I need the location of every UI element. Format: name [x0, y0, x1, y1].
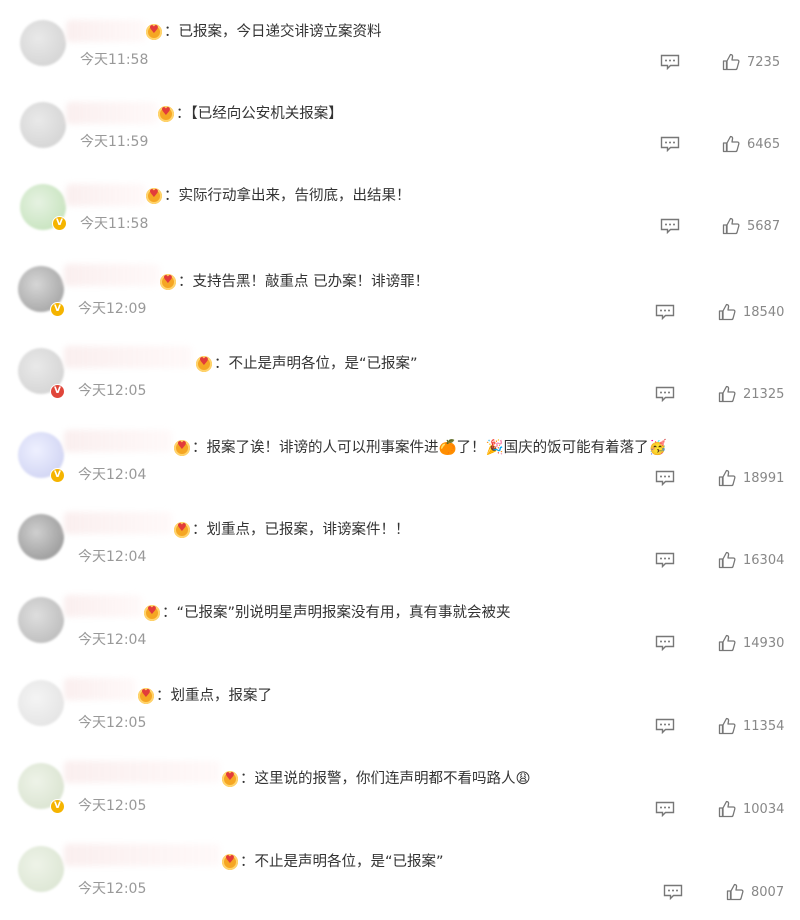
thumbs-up-icon[interactable]	[718, 800, 736, 818]
comment-icon[interactable]	[660, 136, 680, 152]
comment-item: V ：这里说的报警，你们连声明都不看吗路人😩 今天12:05 10034	[0, 755, 800, 837]
verified-badge-icon: V	[52, 216, 67, 231]
comment-text: ：不止是声明各位，是“已报案”	[214, 356, 418, 372]
fan-badge-icon	[144, 604, 160, 621]
username-blurred[interactable]	[66, 184, 146, 206]
comment-text: ：支持告黑！敲重点 已办案！诽谤罪！	[178, 274, 430, 290]
thumbs-up-icon[interactable]	[718, 469, 736, 487]
comment-time: 今天11:58	[80, 216, 149, 232]
username-blurred[interactable]	[64, 346, 192, 368]
like-count: 18540	[743, 305, 785, 320]
like-count: 10034	[743, 802, 785, 817]
like-count: 5687	[747, 219, 781, 234]
comment-time: 今天12:04	[78, 632, 147, 648]
username-blurred[interactable]	[64, 844, 220, 866]
avatar[interactable]	[18, 680, 64, 726]
comment-icon[interactable]	[655, 635, 675, 651]
avatar[interactable]	[18, 514, 64, 560]
comment-item: ：已报案，今日递交诽谤立案资料 今天11:58 7235	[0, 8, 800, 90]
avatar[interactable]	[20, 20, 66, 66]
thumbs-up-icon[interactable]	[722, 217, 740, 235]
like-count: 7235	[747, 55, 781, 70]
comment-item: ：划重点，报案了 今天12:05 11354	[0, 672, 800, 754]
thumbs-up-icon[interactable]	[718, 717, 736, 735]
comment-icon[interactable]	[655, 386, 675, 402]
username-blurred[interactable]	[66, 20, 146, 42]
comment-text: ：不止是声明各位，是“已报案”	[240, 854, 444, 870]
comment-text: ：【已经向公安机关报案】	[176, 106, 343, 122]
like-count: 11354	[743, 719, 785, 734]
comment-icon[interactable]	[663, 884, 683, 900]
username-blurred[interactable]	[64, 264, 160, 286]
comment-icon[interactable]	[655, 552, 675, 568]
comment-icon[interactable]	[655, 718, 675, 734]
thumbs-up-icon[interactable]	[718, 551, 736, 569]
fan-badge-icon	[138, 687, 154, 704]
username-blurred[interactable]	[64, 430, 172, 452]
like-count: 8007	[751, 885, 785, 900]
comment-text: ：实际行动拿出来，告彻底，出结果！	[164, 188, 411, 204]
avatar[interactable]	[18, 846, 64, 892]
fan-badge-icon	[174, 521, 190, 538]
comment-time: 今天12:05	[78, 798, 147, 814]
like-count: 6465	[747, 137, 781, 152]
fan-badge-icon	[174, 439, 190, 456]
comment-text: ：“已报案”别说明星声明报案没有用，真有事就会被夹	[162, 605, 511, 621]
comment-time: 今天12:09	[78, 301, 147, 317]
comment-icon[interactable]	[660, 54, 680, 70]
comment-item: ：不止是声明各位，是“已报案” 今天12:05 8007	[0, 838, 800, 920]
fan-badge-icon	[146, 187, 162, 204]
comment-time: 今天12:05	[78, 715, 147, 731]
comment-time: 今天12:04	[78, 549, 147, 565]
comment-text: ：这里说的报警，你们连声明都不看吗路人😩	[240, 771, 531, 787]
comment-item: V ：实际行动拿出来，告彻底，出结果！ 今天11:58 5687	[0, 172, 800, 254]
comment-item: V ：不止是声明各位，是“已报案” 今天12:05 21325	[0, 340, 800, 422]
username-blurred[interactable]	[64, 512, 172, 534]
comment-time: 今天11:58	[80, 52, 149, 68]
verified-badge-icon: V	[50, 799, 65, 814]
comment-item: ：划重点，已报案，诽谤案件！！ 今天12:04 16304	[0, 506, 800, 588]
like-count: 21325	[743, 387, 785, 402]
comment-time: 今天12:04	[78, 467, 147, 483]
username-blurred[interactable]	[64, 761, 220, 783]
avatar[interactable]	[20, 102, 66, 148]
like-count: 14930	[743, 636, 785, 651]
fan-badge-icon	[158, 105, 174, 122]
fan-badge-icon	[160, 273, 176, 290]
comment-icon[interactable]	[655, 470, 675, 486]
thumbs-up-icon[interactable]	[718, 303, 736, 321]
comment-icon[interactable]	[655, 801, 675, 817]
comment-icon[interactable]	[655, 304, 675, 320]
fan-badge-icon	[222, 770, 238, 787]
fan-badge-icon	[222, 853, 238, 870]
comment-item: ：【已经向公安机关报案】 今天11:59 6465	[0, 90, 800, 172]
like-count: 16304	[743, 553, 785, 568]
username-blurred[interactable]	[64, 595, 142, 617]
comment-item: ：“已报案”别说明星声明报案没有用，真有事就会被夹 今天12:04 14930	[0, 589, 800, 671]
username-blurred[interactable]	[66, 102, 158, 124]
like-count: 18991	[743, 471, 785, 486]
avatar[interactable]	[18, 597, 64, 643]
comment-text: ：划重点，已报案，诽谤案件！！	[192, 522, 410, 538]
comment-item: V ：支持告黑！敲重点 已办案！诽谤罪！ 今天12:09 18540	[0, 258, 800, 340]
comment-text: ：划重点，报案了	[156, 688, 272, 704]
comment-time: 今天12:05	[78, 881, 147, 897]
thumbs-up-icon[interactable]	[718, 634, 736, 652]
thumbs-up-icon[interactable]	[726, 883, 744, 901]
comment-time: 今天12:05	[78, 383, 147, 399]
comment-icon[interactable]	[660, 218, 680, 234]
username-blurred[interactable]	[64, 678, 136, 700]
comment-text: ：已报案，今日递交诽谤立案资料	[164, 24, 382, 40]
thumbs-up-icon[interactable]	[722, 53, 740, 71]
fan-badge-icon	[196, 355, 212, 372]
comment-item: V ：报案了诶！诽谤的人可以刑事案件进🍊了！🎉国庆的饭可能有着落了🥳 今天12:…	[0, 424, 800, 506]
thumbs-up-icon[interactable]	[722, 135, 740, 153]
verified-badge-icon: V	[50, 302, 65, 317]
verified-badge-icon: V	[50, 384, 65, 399]
comment-text: ：报案了诶！诽谤的人可以刑事案件进🍊了！🎉国庆的饭可能有着落了🥳	[192, 440, 667, 456]
verified-badge-icon: V	[50, 468, 65, 483]
comment-time: 今天11:59	[80, 134, 149, 150]
fan-badge-icon	[146, 23, 162, 40]
thumbs-up-icon[interactable]	[718, 385, 736, 403]
